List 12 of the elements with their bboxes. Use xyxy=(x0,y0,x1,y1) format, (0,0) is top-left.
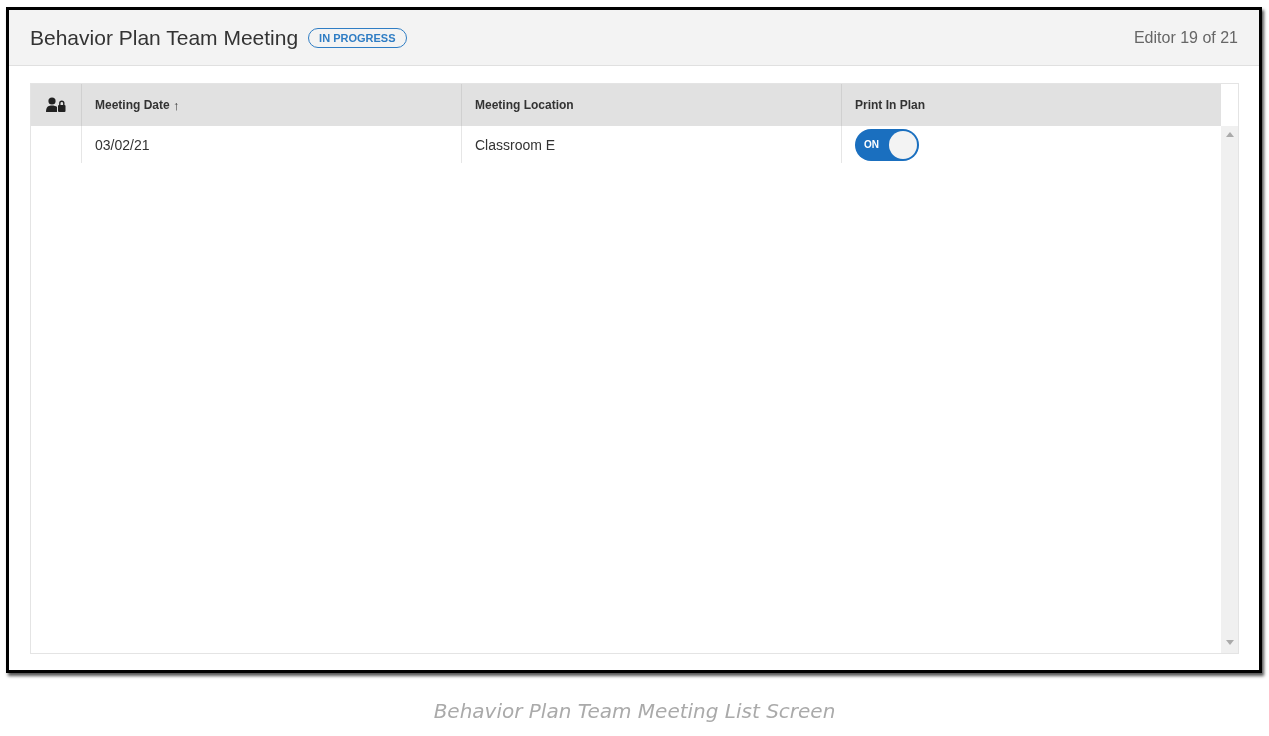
panel-title: Behavior Plan Team Meeting xyxy=(30,25,299,50)
column-header[interactable]: Meeting Location xyxy=(461,84,841,126)
scroll-up-icon[interactable] xyxy=(1225,132,1234,137)
table-cell: 03/02/21 xyxy=(95,136,150,153)
user-lock-icon xyxy=(46,97,66,113)
scroll-down-icon[interactable] xyxy=(1225,640,1234,645)
figure-caption: Behavior Plan Team Meeting List Screen xyxy=(432,699,837,723)
sort-indicator: ↑ xyxy=(173,97,180,113)
print-toggle[interactable]: ON xyxy=(855,128,919,161)
column-header[interactable]: Meeting Date ↑ xyxy=(81,84,461,126)
table-cell: Classroom E xyxy=(475,136,556,153)
record-position: Editor 19 of 21 xyxy=(1133,28,1238,47)
